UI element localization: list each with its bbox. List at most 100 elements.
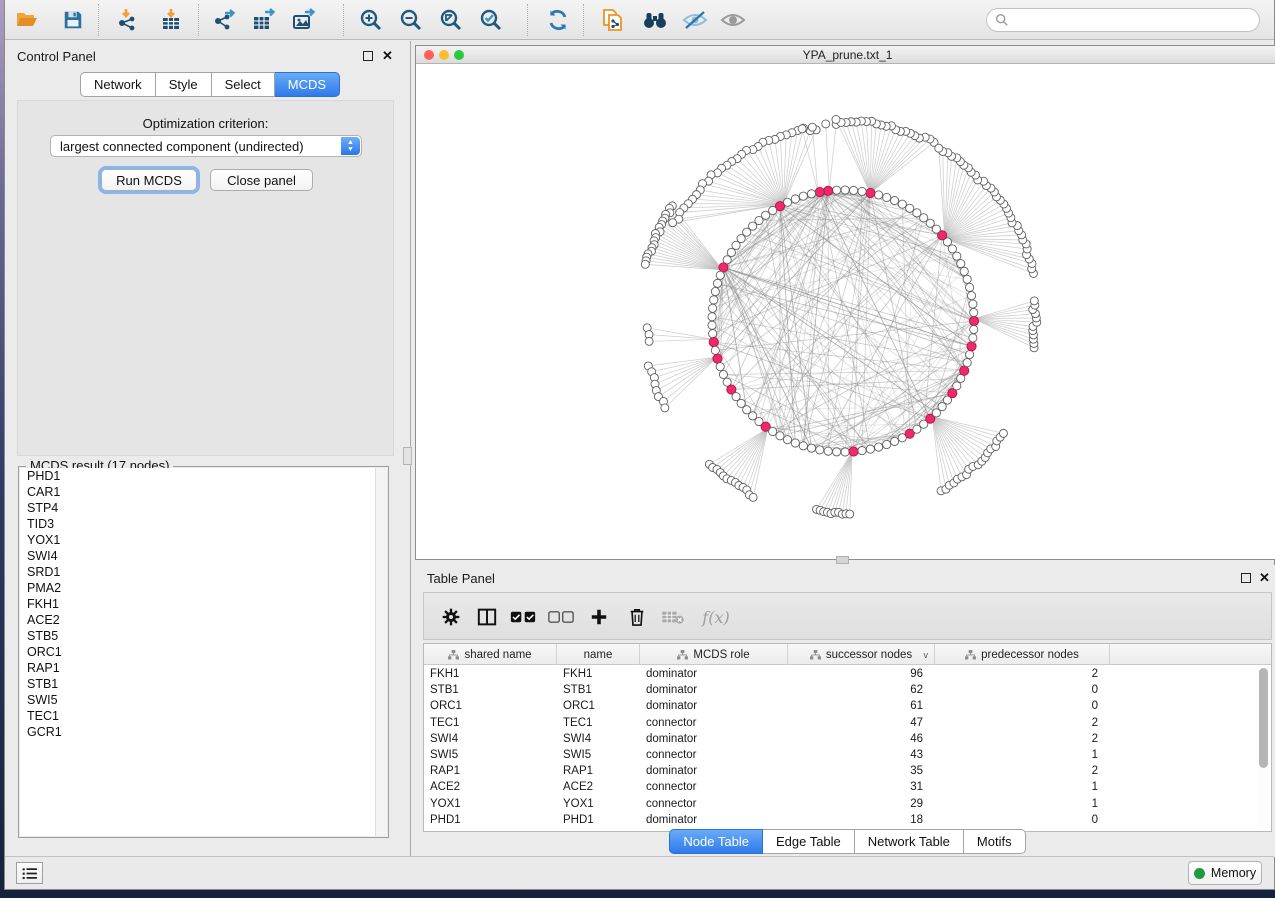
ring-node[interactable] [807, 444, 815, 452]
ring-node[interactable] [710, 296, 718, 304]
ring-node[interactable] [783, 436, 791, 444]
ring-node[interactable] [875, 443, 883, 451]
mcds-result-scrollbar[interactable] [375, 468, 387, 836]
network-canvas[interactable] [416, 64, 1275, 559]
column-header-MCDS-role[interactable]: MCDS role [640, 644, 788, 665]
leaf-node[interactable] [1030, 297, 1038, 305]
tab-network[interactable]: Network [80, 72, 156, 97]
mcds-result-list[interactable]: PHD1CAR1STP4TID3YOX1SWI4SRD1PMA2FKH1ACE2… [20, 468, 375, 836]
ring-node[interactable] [875, 191, 883, 199]
ring-node[interactable] [776, 432, 784, 440]
dominator-node[interactable] [866, 188, 875, 197]
column-header-name[interactable]: name [557, 644, 640, 665]
ring-node[interactable] [913, 209, 921, 217]
ring-node[interactable] [799, 192, 807, 200]
ring-node[interactable] [953, 252, 961, 260]
mcds-result-item[interactable]: PHD1 [20, 468, 375, 484]
ring-node[interactable] [967, 292, 975, 300]
dominator-node[interactable] [824, 186, 833, 195]
ring-node[interactable] [841, 186, 849, 194]
table-row[interactable]: SWI5SWI5connector431 [424, 747, 1271, 763]
split-view-button[interactable] [472, 602, 502, 632]
ring-node[interactable] [906, 204, 914, 212]
ring-node[interactable] [816, 446, 824, 454]
tab-select[interactable]: Select [212, 72, 275, 97]
mcds-result-item[interactable]: CAR1 [20, 484, 375, 500]
table-row[interactable]: SWI4SWI4dominator462 [424, 731, 1271, 747]
tab-edge-table[interactable]: Edge Table [763, 829, 855, 854]
zoom-fit-button[interactable] [435, 4, 467, 36]
ring-node[interactable] [711, 287, 719, 295]
ring-node[interactable] [716, 363, 724, 371]
mcds-result-item[interactable]: PMA2 [20, 580, 375, 596]
ring-node[interactable] [890, 196, 898, 204]
import-network-button[interactable] [111, 4, 143, 36]
ring-node[interactable] [858, 447, 866, 455]
table-row[interactable]: RAP1RAP1dominator352 [424, 763, 1271, 779]
memory-button[interactable]: Memory [1188, 861, 1262, 885]
show-all-button[interactable] [717, 4, 749, 36]
ring-node[interactable] [966, 350, 974, 358]
ring-node[interactable] [711, 346, 719, 354]
hide-selected-button[interactable] [679, 4, 711, 36]
ring-node[interactable] [966, 283, 974, 291]
mcds-result-item[interactable]: STB1 [20, 676, 375, 692]
ring-node[interactable] [719, 370, 727, 378]
search-field[interactable] [986, 8, 1260, 32]
ring-node[interactable] [716, 271, 724, 279]
tab-mcds[interactable]: MCDS [275, 72, 340, 97]
mcds-result-item[interactable]: TID3 [20, 516, 375, 532]
ring-node[interactable] [898, 200, 906, 208]
ring-node[interactable] [963, 359, 971, 367]
save-session-button[interactable] [57, 4, 89, 36]
leaf-node[interactable] [641, 260, 649, 268]
table-row[interactable]: ACE2ACE2connector311 [424, 779, 1271, 795]
ring-node[interactable] [709, 330, 717, 338]
close-panel-icon[interactable]: ✕ [382, 51, 393, 61]
ring-node[interactable] [953, 382, 961, 390]
tab-style[interactable]: Style [156, 72, 212, 97]
search-input[interactable] [1009, 11, 1259, 29]
dominator-node[interactable] [719, 263, 728, 272]
dominator-node[interactable] [849, 447, 858, 456]
ring-node[interactable] [727, 248, 735, 256]
dominator-node[interactable] [960, 366, 969, 375]
ring-node[interactable] [708, 313, 716, 321]
import-table-button[interactable] [155, 4, 187, 36]
network-graph[interactable] [416, 64, 1275, 559]
table-row[interactable]: STB1STB1dominator620 [424, 682, 1271, 698]
leaf-node[interactable] [822, 120, 830, 128]
network-view-titlebar[interactable]: YPA_prune.txt_1 [416, 46, 1275, 64]
ring-node[interactable] [769, 427, 777, 435]
delete-table-button[interactable] [658, 602, 688, 632]
mcds-result-item[interactable]: STB5 [20, 628, 375, 644]
criterion-dropdown[interactable]: largest connected component (undirected)… [50, 135, 362, 157]
ring-node[interactable] [708, 321, 716, 329]
export-image-button[interactable] [288, 4, 320, 36]
tab-motifs[interactable]: Motifs [964, 829, 1026, 854]
table-row[interactable]: PHD1PHD1dominator180 [424, 812, 1271, 828]
dominator-node[interactable] [967, 342, 976, 351]
ring-node[interactable] [970, 325, 978, 333]
zoom-selected-button[interactable] [475, 4, 507, 36]
mcds-result-item[interactable]: STP4 [20, 500, 375, 516]
delete-column-button[interactable] [622, 602, 652, 632]
ring-node[interactable] [957, 260, 965, 268]
function-builder-button[interactable]: f(x) [696, 602, 736, 632]
ring-node[interactable] [883, 193, 891, 201]
dominator-node[interactable] [815, 187, 824, 196]
mcds-result-item[interactable]: GCR1 [20, 724, 375, 740]
ring-node[interactable] [791, 439, 799, 447]
leaf-node[interactable] [798, 125, 806, 133]
add-column-button[interactable] [584, 602, 614, 632]
close-table-panel-icon[interactable]: ✕ [1259, 573, 1270, 583]
ring-node[interactable] [833, 448, 841, 456]
ring-node[interactable] [866, 445, 874, 453]
ring-node[interactable] [969, 300, 977, 308]
ring-node[interactable] [709, 304, 717, 312]
mcds-result-item[interactable]: RAP1 [20, 660, 375, 676]
table-scrollbar[interactable] [1258, 666, 1269, 827]
column-header-shared-name[interactable]: shared name [424, 644, 557, 665]
table-row[interactable]: TEC1TEC1connector472 [424, 715, 1271, 731]
table-scrollbar-thumb[interactable] [1259, 668, 1268, 768]
